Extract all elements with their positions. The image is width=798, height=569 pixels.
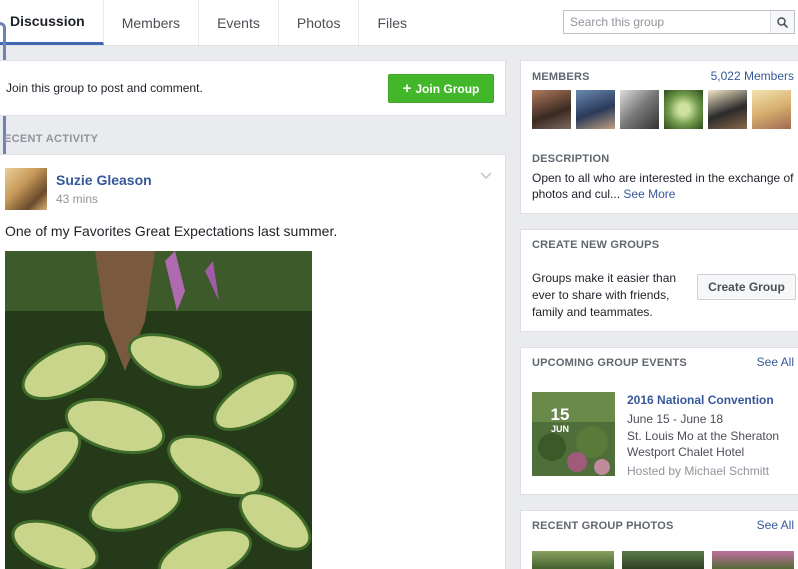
photos-see-all-link[interactable]: See All bbox=[757, 518, 794, 532]
avatar[interactable] bbox=[576, 90, 615, 129]
photos-heading: RECENT GROUP PHOTOS bbox=[532, 520, 674, 532]
recent-photo[interactable] bbox=[712, 551, 794, 569]
recent-photo[interactable] bbox=[622, 551, 704, 569]
see-more-link[interactable]: See More bbox=[623, 187, 675, 201]
event-location-line2: Westport Chalet Hotel bbox=[627, 445, 745, 459]
post-timestamp[interactable]: 43 mins bbox=[56, 192, 98, 206]
description-text: Open to all who are interested in the ex… bbox=[532, 170, 794, 202]
activity-post: Suzie Gleason 43 mins One of my Favorite… bbox=[0, 154, 506, 569]
recent-activity-heading: ECENT ACTIVITY bbox=[4, 133, 99, 145]
create-groups-card: CREATE NEW GROUPS Groups make it easier … bbox=[520, 229, 798, 332]
event-month: JUN bbox=[550, 424, 569, 434]
events-see-all-link[interactable]: See All bbox=[757, 355, 794, 369]
upcoming-events-card: UPCOMING GROUP EVENTS See All 15 JUN 201… bbox=[520, 347, 798, 495]
group-nav-bar: Discussion Members Events Photos Files bbox=[0, 0, 798, 46]
event-host: Hosted by Michael Schmitt bbox=[627, 464, 770, 478]
tab-members[interactable]: Members bbox=[104, 0, 200, 45]
event-date-badge: 15 JUN bbox=[532, 405, 588, 435]
avatar[interactable] bbox=[708, 90, 747, 129]
create-groups-text: Groups make it easier than ever to share… bbox=[532, 271, 677, 319]
avatar[interactable] bbox=[620, 90, 659, 129]
recent-photos-card: RECENT GROUP PHOTOS See All bbox=[520, 510, 798, 569]
event-location-line1: St. Louis Mo at the Sheraton bbox=[627, 429, 780, 443]
post-photo[interactable] bbox=[5, 251, 312, 569]
search-button[interactable] bbox=[770, 11, 794, 33]
group-tabs: Discussion Members Events Photos Files bbox=[0, 0, 425, 45]
avatar[interactable] bbox=[752, 90, 791, 129]
avatar[interactable] bbox=[532, 90, 571, 129]
join-prompt-box: Join this group to post and comment. + J… bbox=[0, 60, 506, 116]
member-avatars bbox=[532, 90, 791, 129]
tab-files[interactable]: Files bbox=[359, 0, 425, 45]
members-heading: MEMBERS bbox=[532, 71, 590, 83]
events-heading: UPCOMING GROUP EVENTS bbox=[532, 357, 687, 369]
tab-discussion[interactable]: Discussion bbox=[0, 0, 104, 45]
create-group-button[interactable]: Create Group bbox=[697, 274, 796, 300]
join-group-button[interactable]: + Join Group bbox=[388, 74, 494, 103]
search-input[interactable] bbox=[564, 11, 770, 33]
event-dates: June 15 - June 18 bbox=[627, 412, 724, 426]
description-heading: DESCRIPTION bbox=[532, 153, 610, 165]
recent-photos-row bbox=[532, 551, 794, 569]
members-count-link[interactable]: 5,022 Members bbox=[711, 69, 794, 83]
recent-photo[interactable] bbox=[532, 551, 614, 569]
author-avatar[interactable] bbox=[5, 168, 47, 210]
post-author[interactable]: Suzie Gleason bbox=[56, 172, 152, 188]
post-text: One of my Favorites Great Expectations l… bbox=[5, 223, 338, 239]
members-card: MEMBERS 5,022 Members DESCRIPTION Open t… bbox=[520, 60, 798, 214]
chevron-down-icon[interactable] bbox=[480, 169, 492, 183]
event-title[interactable]: 2016 National Convention bbox=[627, 393, 774, 407]
plus-icon: + bbox=[402, 80, 412, 97]
event-thumbnail[interactable]: 15 JUN bbox=[532, 392, 615, 476]
tab-photos[interactable]: Photos bbox=[279, 0, 360, 45]
create-groups-heading: CREATE NEW GROUPS bbox=[532, 239, 660, 251]
event-day: 15 bbox=[550, 405, 570, 424]
join-group-label: Join Group bbox=[415, 81, 480, 96]
avatar[interactable] bbox=[664, 90, 703, 129]
join-prompt-text: Join this group to post and comment. bbox=[6, 81, 203, 95]
tab-events[interactable]: Events bbox=[199, 0, 279, 45]
search-icon bbox=[777, 16, 788, 28]
group-search bbox=[563, 10, 795, 34]
